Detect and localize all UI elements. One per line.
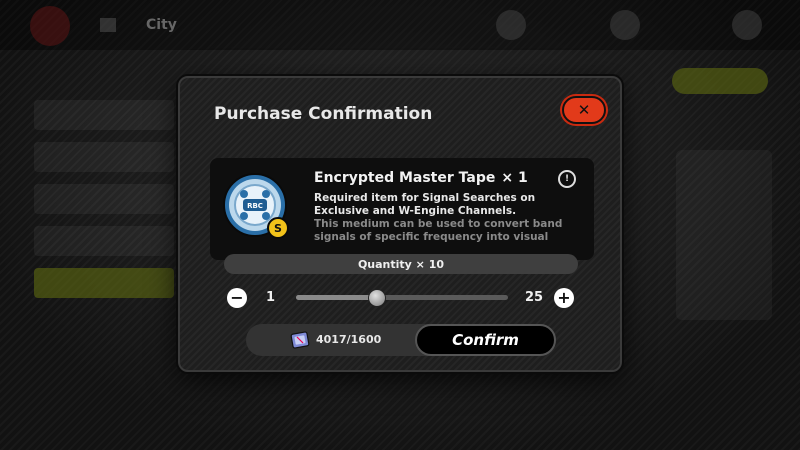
- svg-text:S: S: [274, 222, 282, 235]
- quantity-min: 1: [266, 290, 276, 305]
- sidebar-item-active: [34, 268, 174, 298]
- close-button[interactable]: ✕: [562, 96, 606, 124]
- currency-amount: 4017/1600: [316, 333, 382, 346]
- svg-text:RBC: RBC: [247, 202, 263, 210]
- film-ticket-icon: [290, 331, 310, 349]
- background-sidebar: [34, 100, 174, 330]
- item-name: Encrypted Master Tape × 1: [314, 170, 528, 186]
- home-icon: [100, 18, 116, 32]
- quantity-max: 25: [525, 290, 544, 305]
- confirm-button[interactable]: Confirm: [415, 324, 556, 356]
- dialog-title: Purchase Confirmation: [214, 104, 433, 124]
- decrease-button[interactable]: −: [227, 288, 247, 308]
- increase-button[interactable]: +: [554, 288, 574, 308]
- sidebar-item: [34, 142, 174, 172]
- item-panel: RBC S Encrypted Master Tape × 1 ! Require…: [210, 158, 594, 260]
- slider-thumb[interactable]: [368, 289, 386, 307]
- master-tape-icon: RBC S: [223, 173, 289, 239]
- item-description: Required item for Signal Searches on Exc…: [314, 192, 584, 250]
- background-card: [676, 150, 772, 320]
- resource-icon: [610, 10, 640, 40]
- resource-icon: [732, 10, 762, 40]
- background-action-button: [672, 68, 768, 94]
- sidebar-item: [34, 184, 174, 214]
- quantity-display: Quantity × 10: [224, 254, 578, 274]
- purchase-bar: 4017/1600 Confirm: [246, 324, 556, 356]
- item-description-main: Required item for Signal Searches on Exc…: [314, 192, 536, 217]
- sidebar-item: [34, 226, 174, 256]
- background-topbar: City: [0, 0, 800, 50]
- item-description-sub: This medium can be used to convert band …: [314, 218, 563, 243]
- slider-fill: [296, 295, 376, 300]
- item-count: × 1: [501, 170, 528, 186]
- purchase-dialog: Purchase Confirmation ✕ RBC S Encrypted …: [178, 76, 622, 372]
- resource-icon: [496, 10, 526, 40]
- info-icon[interactable]: !: [558, 170, 576, 188]
- close-icon: ✕: [577, 100, 591, 119]
- city-label: City: [146, 17, 177, 33]
- item-name-text: Encrypted Master Tape: [314, 170, 496, 186]
- quantity-slider[interactable]: [296, 289, 508, 307]
- sidebar-item: [34, 100, 174, 130]
- game-logo-icon: [30, 6, 70, 46]
